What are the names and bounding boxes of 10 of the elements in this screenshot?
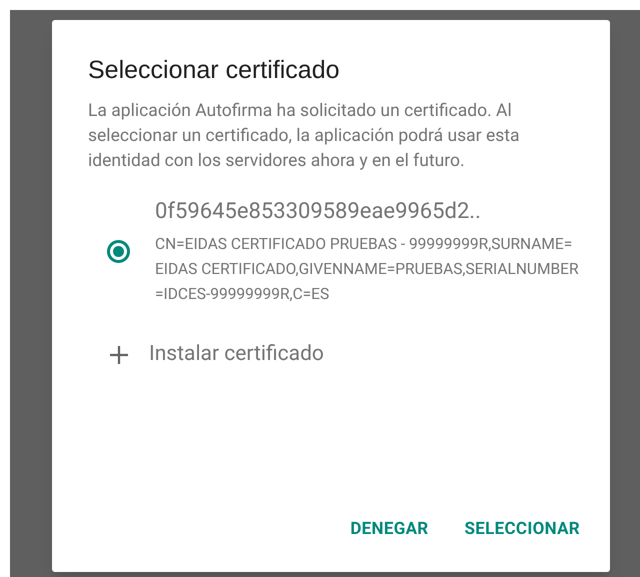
certificate-alias: 0f59645e853309589eae9965d2.. <box>155 198 482 226</box>
dialog-action-button[interactable]: DENEGAR <box>350 516 428 542</box>
dialog-action-button[interactable]: SELECCIONAR <box>464 516 580 542</box>
dialog-message: La aplicación Autofirma ha solicitado un certificado. Al seleccionar un certificado, la aplicación podrá usar esta identidad con los servidores ahora y en el futuro. <box>88 100 521 173</box>
plus-icon <box>108 344 128 365</box>
install-certificate-item[interactable]: Instalar certificado <box>88 339 580 370</box>
certificate-item[interactable]: 0f59645e853309589eae9965d2.. CN=EIDAS CERTIFICADO PRUEBAS - 99999999R,SURNAME=EIDAS CERTIFICADO,GIVENNAME=PRUEBAS,SERIALNUMBER=IDCES-99999999R,C=ES <box>88 196 580 307</box>
radio-button[interactable] <box>107 240 130 263</box>
certificate-subject: CN=EIDAS CERTIFICADO PRUEBAS - 99999999R,SURNAME=EIDAS CERTIFICADO,GIVENNAME=PRUEBAS,SERIALNUMBER=IDCES-99999999R,C=ES <box>155 234 580 305</box>
dialog-title: Seleccionar certificado <box>88 55 341 86</box>
